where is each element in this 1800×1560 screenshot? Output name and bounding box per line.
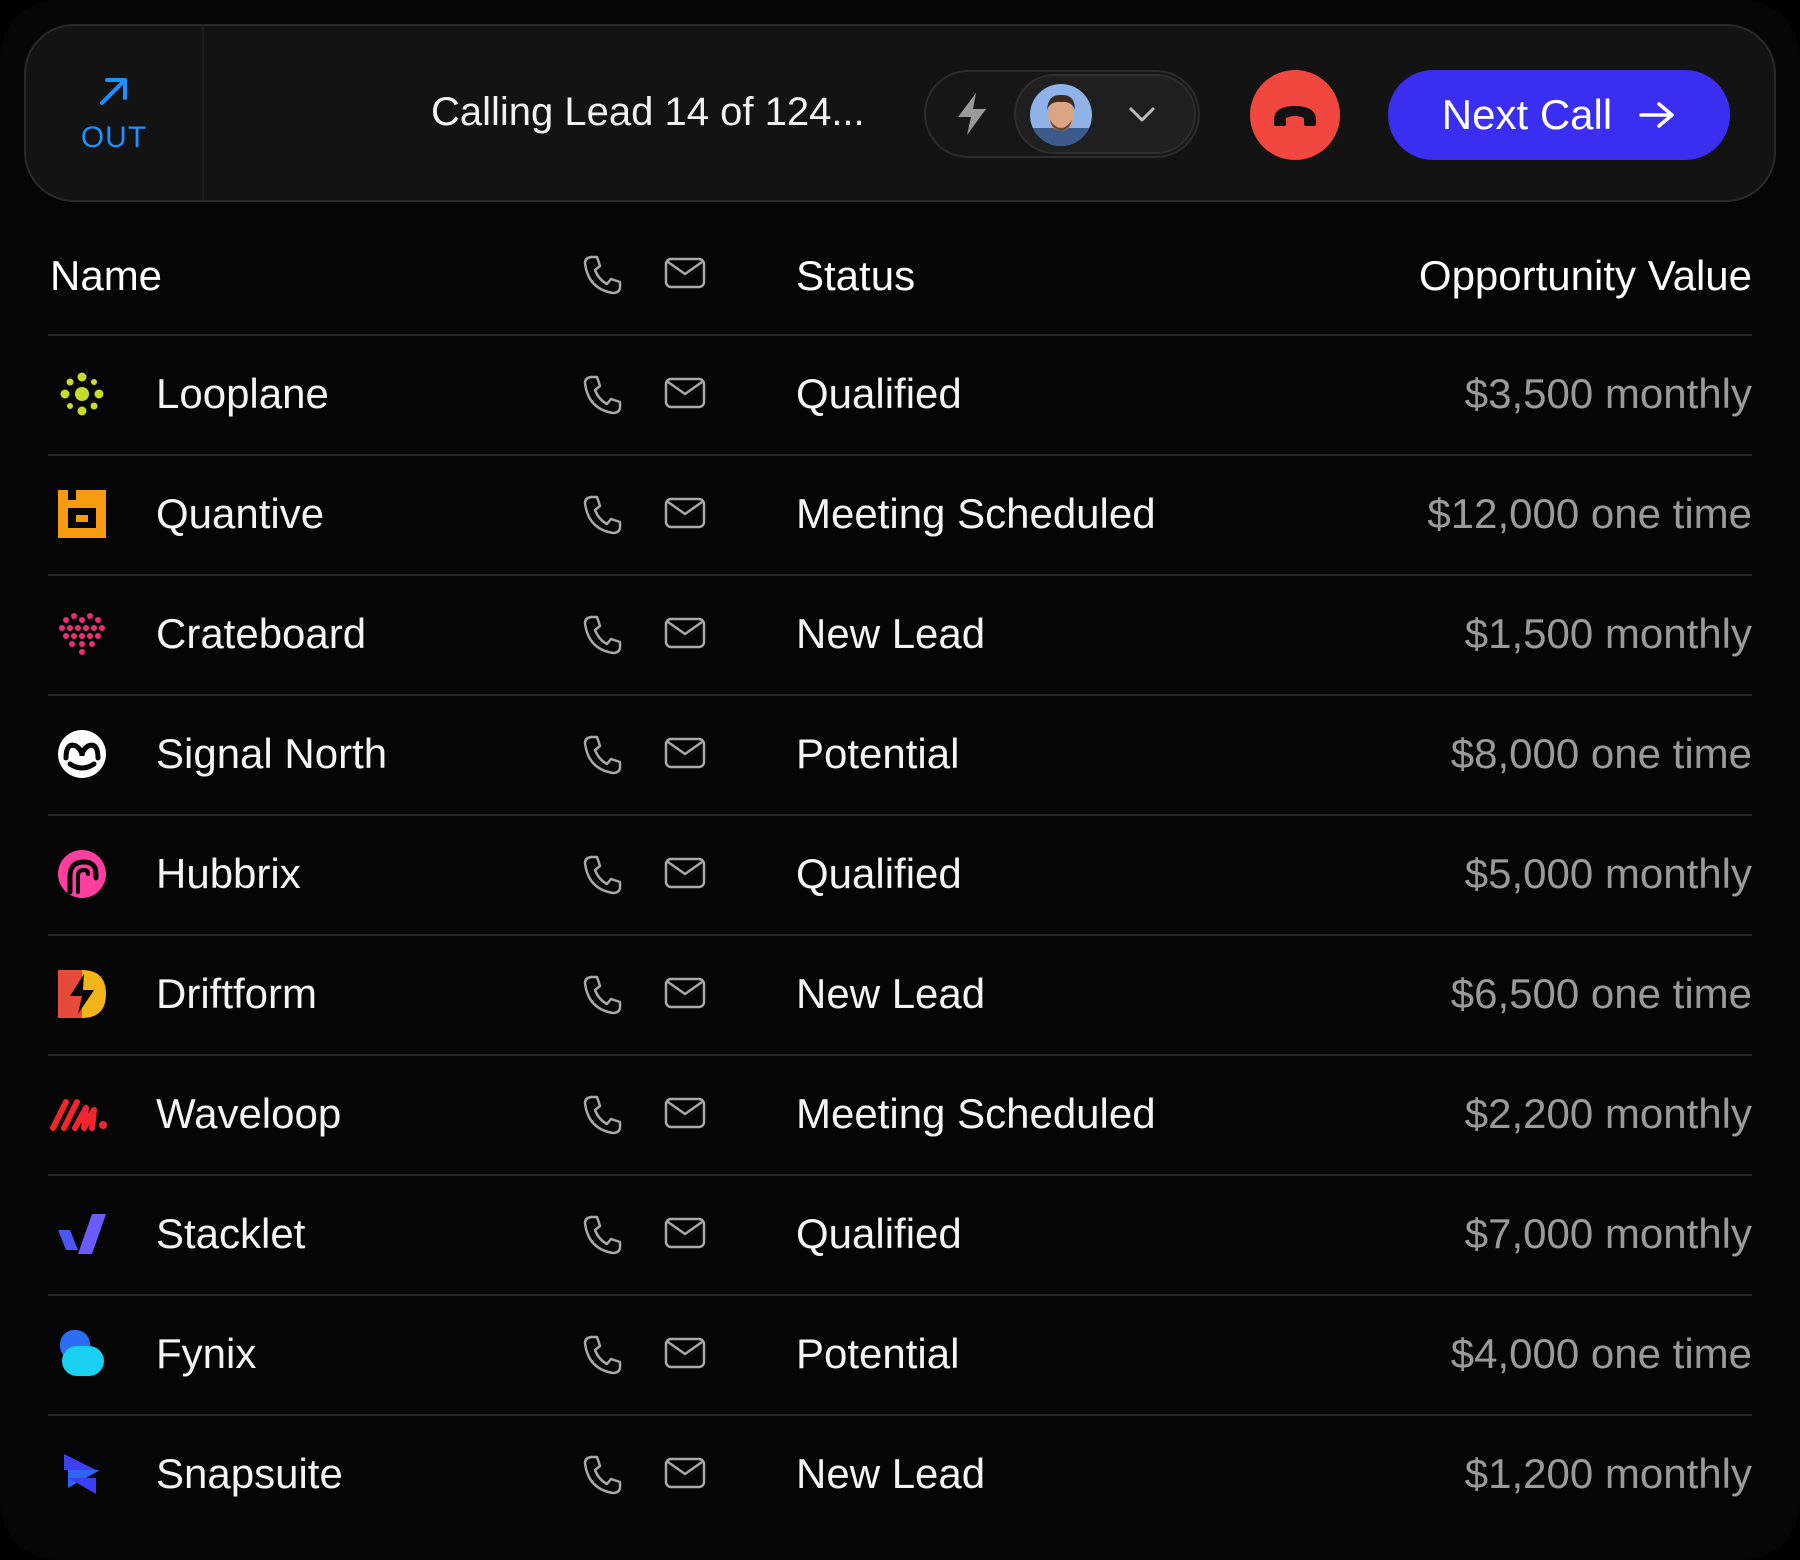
phone-icon[interactable] [582, 974, 622, 1016]
leads-table: Name Status Opportunity Value Looplane Q… [48, 220, 1752, 1534]
table-header: Name Status Opportunity Value [48, 220, 1752, 336]
header-status: Status [796, 252, 916, 299]
opportunity-value: $7,000 monthly [1464, 1210, 1752, 1257]
opportunity-value: $12,000 one time [1427, 490, 1752, 537]
opportunity-value: $2,200 monthly [1464, 1090, 1752, 1137]
company-name[interactable]: Driftform [156, 970, 317, 1018]
lightning-icon [958, 93, 986, 135]
mail-icon[interactable] [664, 1216, 706, 1250]
company-name[interactable]: Hubbrix [156, 850, 301, 898]
opportunity-value: $8,000 one time [1450, 730, 1752, 777]
agent-dropdown[interactable] [1014, 74, 1196, 154]
signal-north-logo [58, 730, 106, 778]
call-bar: OUT Calling Lead 14 of 124... Next Call [24, 24, 1776, 202]
phone-hangup-icon [1274, 106, 1316, 126]
table-row[interactable]: Looplane Qualified $3,500 monthly [48, 336, 1752, 456]
driftform-logo [58, 970, 106, 1018]
opportunity-value: $6,500 one time [1450, 970, 1752, 1017]
next-call-label: Next Call [1441, 91, 1613, 138]
power-dialer-button[interactable] [928, 74, 1016, 154]
company-name[interactable]: Fynix [156, 1330, 256, 1378]
phone-icon [583, 255, 622, 295]
arrow-right-icon [1639, 102, 1674, 128]
looplane-logo [60, 372, 104, 416]
lead-status: Qualified [796, 1210, 962, 1257]
quantive-logo [58, 490, 106, 538]
table-row[interactable]: Hubbrix Qualified $5,000 monthly [48, 816, 1752, 936]
mail-icon[interactable] [664, 1096, 706, 1130]
header-opportunity-value: Opportunity Value [1418, 252, 1752, 299]
header-name: Name [50, 252, 163, 299]
lead-status: New Lead [796, 970, 986, 1017]
table-row[interactable]: Driftform New Lead $6,500 one time [48, 936, 1752, 1056]
call-direction: OUT [26, 26, 204, 200]
next-call-button[interactable]: Next Call [1388, 70, 1730, 160]
company-name[interactable]: Snapsuite [156, 1450, 343, 1498]
mail-icon[interactable] [664, 856, 706, 890]
company-name[interactable]: Signal North [156, 730, 387, 778]
lead-status: Potential [796, 1330, 960, 1377]
lead-status: Potential [796, 730, 960, 777]
dialer-panel: OUT Calling Lead 14 of 124... Next Call … [0, 0, 1800, 1560]
stacklet-logo [58, 1214, 106, 1254]
hang-up-button[interactable] [1250, 70, 1340, 160]
company-name[interactable]: Crateboard [156, 610, 366, 658]
table-row[interactable]: Signal North Potential $8,000 one time [48, 696, 1752, 816]
phone-icon[interactable] [582, 614, 622, 656]
lead-status: New Lead [796, 1450, 986, 1497]
direction-label: OUT [80, 121, 148, 154]
phone-icon[interactable] [582, 1334, 622, 1376]
lead-status: Meeting Scheduled [796, 490, 1156, 537]
lead-status: Qualified [796, 850, 962, 897]
table-row[interactable]: Snapsuite New Lead $1,200 monthly [48, 1416, 1752, 1534]
phone-icon[interactable] [582, 1454, 622, 1496]
phone-icon[interactable] [582, 1094, 622, 1136]
mail-icon[interactable] [664, 976, 706, 1010]
agent-selector [924, 70, 1200, 158]
phone-icon[interactable] [582, 374, 622, 416]
company-name[interactable]: Waveloop [156, 1090, 341, 1138]
lead-status: Meeting Scheduled [796, 1090, 1156, 1137]
opportunity-value: $4,000 one time [1450, 1330, 1752, 1377]
phone-icon[interactable] [582, 854, 622, 896]
opportunity-value: $5,000 monthly [1464, 850, 1752, 897]
table-row[interactable]: Quantive Meeting Scheduled $12,000 one t… [48, 456, 1752, 576]
table-row[interactable]: Stacklet Qualified $7,000 monthly [48, 1176, 1752, 1296]
mail-icon[interactable] [664, 1336, 706, 1370]
lead-status: New Lead [796, 610, 986, 657]
table-row[interactable]: Waveloop Meeting Scheduled $2,200 monthl… [48, 1056, 1752, 1176]
avatar [1030, 84, 1092, 146]
table-row[interactable]: Fynix Potential $4,000 one time [48, 1296, 1752, 1416]
company-name[interactable]: Stacklet [156, 1210, 305, 1258]
table-row[interactable]: Crateboard New Lead $1,500 monthly [48, 576, 1752, 696]
mail-icon[interactable] [664, 1456, 706, 1490]
phone-icon[interactable] [582, 494, 622, 536]
opportunity-value: $3,500 monthly [1464, 370, 1752, 417]
mail-icon[interactable] [664, 736, 706, 770]
lead-status: Qualified [796, 370, 962, 417]
mail-icon [664, 257, 706, 289]
snapsuite-logo [64, 1454, 100, 1494]
company-name[interactable]: Quantive [156, 490, 324, 538]
phone-icon[interactable] [582, 1214, 622, 1256]
mail-icon[interactable] [664, 376, 706, 410]
hubbrix-logo [58, 850, 106, 898]
mail-icon[interactable] [664, 496, 706, 530]
mail-icon[interactable] [664, 616, 706, 650]
waveloop-logo [50, 1099, 107, 1131]
arrow-up-right-icon [100, 78, 127, 105]
fynix-logo [60, 1330, 104, 1376]
phone-icon[interactable] [582, 734, 622, 776]
opportunity-value: $1,500 monthly [1464, 610, 1752, 657]
crateboard-logo [59, 613, 105, 655]
calling-status: Calling Lead 14 of 124... [431, 90, 865, 134]
opportunity-value: $1,200 monthly [1464, 1450, 1752, 1497]
chevron-down-icon [1129, 107, 1155, 122]
company-name[interactable]: Looplane [156, 370, 329, 418]
